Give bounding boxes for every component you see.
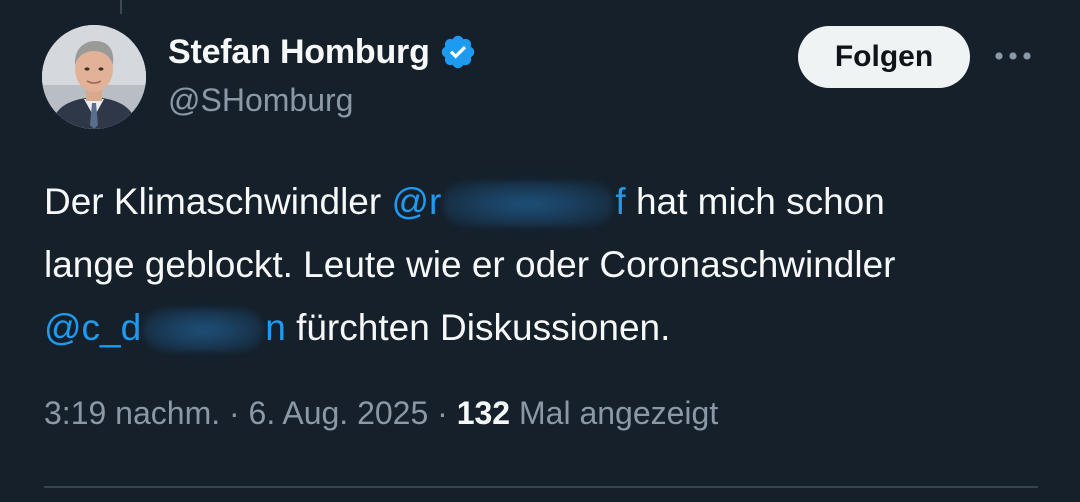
author-handle[interactable]: @SHomburg [168, 82, 353, 119]
tweet-meta: 3:19 nachm. · 6. Aug. 2025 · 132 Mal ang… [44, 395, 718, 432]
mention-link-2[interactable]: @c_d n [44, 307, 286, 353]
tweet-text-segment: lange geblockt. Leute wie er oder Corona… [44, 244, 896, 285]
mention-text-end[interactable]: n [265, 307, 286, 348]
meta-separator: · [220, 395, 249, 431]
redaction-blur [143, 308, 264, 353]
mention-text-end[interactable]: f [615, 181, 625, 222]
tweet-date[interactable]: 6. Aug. 2025 [249, 395, 429, 431]
tweet-text: Der Klimaschwindler @r f hat mich schon l… [44, 170, 1044, 359]
author-display-name[interactable]: Stefan Homburg [168, 33, 430, 72]
tweet-line-1: Der Klimaschwindler @r f hat mich schon [44, 170, 1044, 233]
tweet-line-3: @c_d n fürchten Diskussionen. [44, 296, 1044, 359]
redaction-blur [443, 181, 614, 228]
more-horizontal-icon[interactable] [993, 46, 1033, 66]
tweet-time[interactable]: 3:19 nachm. [44, 395, 220, 431]
mention-text-start[interactable]: @c_d [44, 307, 141, 348]
meta-separator: · [428, 395, 457, 431]
mention-link-1[interactable]: @r f [392, 181, 626, 228]
tweet-text-segment: Der Klimaschwindler [44, 181, 392, 222]
tweet-text-segment: hat mich schon [625, 181, 885, 222]
divider [44, 486, 1038, 488]
views-label[interactable]: Mal angezeigt [510, 395, 718, 431]
author-name-row[interactable]: Stefan Homburg [168, 30, 477, 74]
views-count[interactable]: 132 [457, 395, 510, 431]
user-portrait-icon [42, 25, 146, 129]
avatar[interactable] [42, 25, 146, 129]
tweet-text-segment: fürchten Diskussionen. [285, 307, 671, 348]
follow-button[interactable]: Folgen [798, 26, 970, 88]
mention-text-start[interactable]: @r [392, 181, 442, 222]
verified-badge-icon[interactable] [439, 33, 477, 71]
tweet-line-2: lange geblockt. Leute wie er oder Corona… [44, 233, 1044, 296]
thread-connector-line [120, 0, 122, 14]
